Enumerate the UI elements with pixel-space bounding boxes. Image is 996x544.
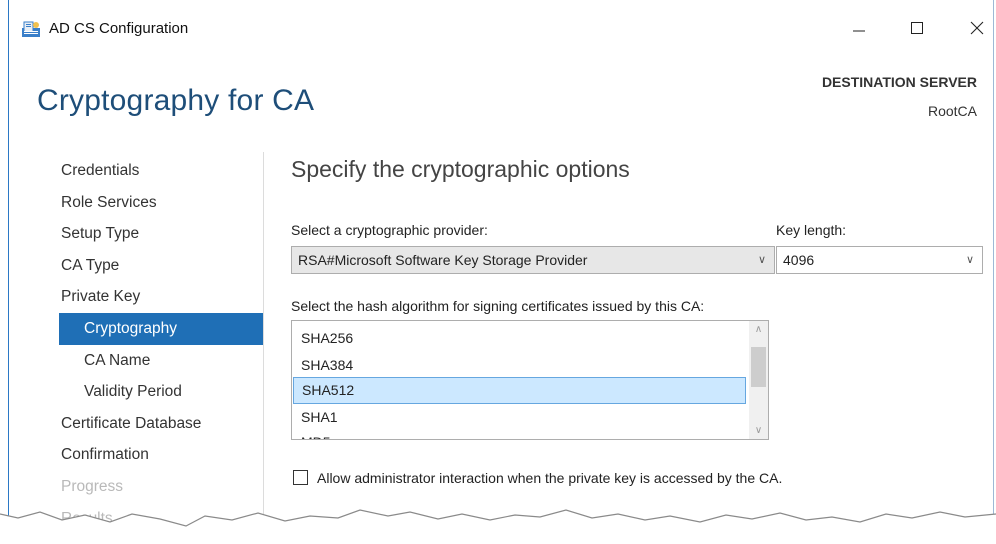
key-length-label: Key length:: [776, 222, 847, 238]
provider-label: Select a cryptographic provider:: [291, 222, 488, 238]
maximize-button[interactable]: [897, 12, 937, 44]
nav-item-ca-name[interactable]: CA Name: [59, 345, 263, 377]
window-title: AD CS Configuration: [49, 20, 189, 37]
key-length-select-value: 4096: [783, 252, 815, 268]
nav-item-private-key[interactable]: Private Key: [59, 281, 263, 313]
key-length-select[interactable]: 4096 ∨: [776, 246, 983, 274]
nav-item-cryptography[interactable]: Cryptography: [59, 312, 263, 345]
destination-server-value: RootCA: [927, 103, 977, 119]
nav-item-credentials[interactable]: Credentials: [59, 155, 263, 187]
list-item-sha384[interactable]: SHA384: [293, 352, 746, 379]
section-title: Specify the cryptographic options: [291, 156, 630, 182]
scroll-down-arrow-icon[interactable]: ∨: [749, 422, 768, 439]
chevron-down-icon: ∨: [965, 254, 974, 266]
list-item-sha256[interactable]: SHA256: [293, 325, 746, 352]
certificate-server-icon: [22, 21, 40, 37]
nav-item-progress: Progress: [61, 477, 124, 495]
minimize-button[interactable]: [839, 12, 879, 44]
nav-item-certificate-database[interactable]: Certificate Database: [59, 408, 263, 440]
close-button[interactable]: [957, 12, 996, 44]
scrollbar-thumb[interactable]: [751, 347, 766, 387]
close-icon: [970, 21, 984, 35]
list-item-sha1[interactable]: SHA1: [293, 404, 746, 431]
scroll-up-arrow-icon[interactable]: ∧: [749, 321, 768, 338]
nav-item-setup-type[interactable]: Setup Type: [59, 218, 263, 250]
maximize-icon: [911, 22, 923, 34]
page-title: Cryptography for CA: [37, 84, 315, 117]
list-item-sha512[interactable]: SHA512: [293, 377, 746, 404]
ad-cs-configuration-window: AD CS Configuration Cryptography for CA …: [8, 0, 994, 530]
hash-algorithm-label: Select the hash algorithm for signing ce…: [291, 298, 705, 314]
nav-item-validity-period[interactable]: Validity Period: [59, 376, 263, 408]
admin-interaction-checkbox[interactable]: [293, 470, 308, 485]
admin-interaction-label[interactable]: Allow administrator interaction when the…: [317, 470, 782, 486]
chevron-down-icon: ∨: [757, 254, 766, 266]
nav-divider: [263, 152, 264, 522]
wizard-navigation: Credentials Role Services Setup Type CA …: [59, 155, 263, 534]
torn-paper-edge: [0, 509, 996, 544]
nav-item-ca-type[interactable]: CA Type: [59, 250, 263, 282]
listbox-scrollbar[interactable]: ∧ ∨: [749, 321, 768, 439]
title-bar: AD CS Configuration: [9, 0, 993, 56]
hash-algorithm-listbox[interactable]: SHA256 SHA384 SHA512 SHA1 MD5 ∧ ∨: [291, 320, 769, 440]
nav-item-confirmation[interactable]: Confirmation: [59, 439, 263, 471]
minimize-icon: [853, 30, 865, 32]
nav-item-role-services[interactable]: Role Services: [59, 187, 263, 219]
provider-select-value: RSA#Microsoft Software Key Storage Provi…: [298, 252, 588, 268]
list-item-md5[interactable]: MD5: [293, 429, 746, 439]
cryptographic-provider-select[interactable]: RSA#Microsoft Software Key Storage Provi…: [291, 246, 775, 274]
destination-server-label: DESTINATION SERVER: [821, 74, 977, 90]
